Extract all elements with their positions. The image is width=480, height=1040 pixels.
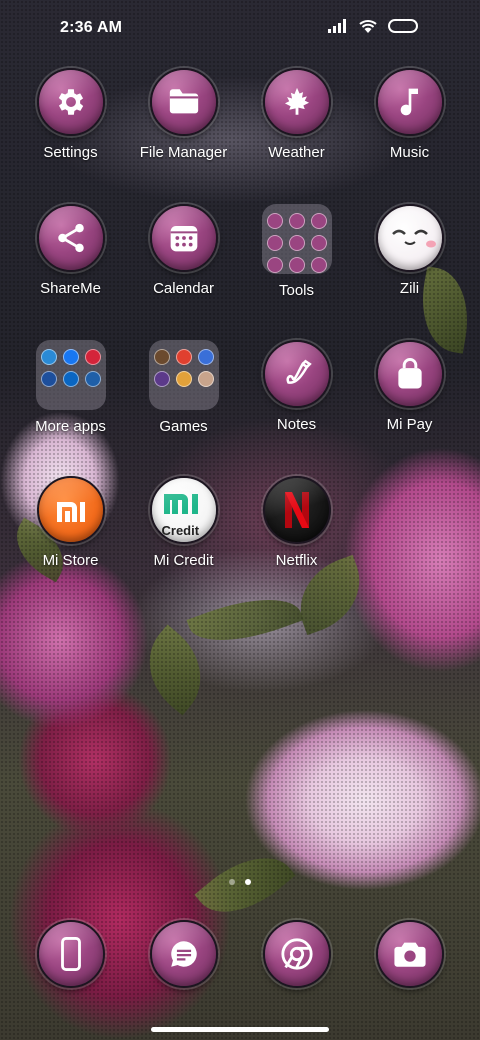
app-label: Weather	[268, 144, 325, 161]
app-mini-icon	[266, 257, 283, 273]
app-file-manager[interactable]: File Manager	[127, 68, 240, 188]
folder-icon	[149, 68, 218, 136]
app-mini-icon	[310, 235, 327, 251]
message-icon	[149, 920, 218, 988]
folder-icon	[148, 340, 219, 410]
app-mini-icon	[153, 349, 170, 365]
app-mini-icon	[310, 213, 327, 229]
app-zili[interactable]: Zili	[353, 204, 466, 324]
app-label: Games	[159, 418, 208, 435]
app-mi-pay[interactable]: Mi Pay	[353, 340, 466, 460]
app-mini-icon	[288, 257, 305, 273]
app-mini-icon	[62, 371, 79, 387]
page-dot-active[interactable]	[245, 879, 251, 885]
camera-icon	[375, 920, 444, 988]
app-label: Calendar	[153, 280, 214, 297]
app-music[interactable]: Music	[353, 68, 466, 188]
app-mini-icon	[40, 371, 57, 387]
app-label: Netflix	[275, 552, 318, 569]
folder-more-apps[interactable]: More apps	[14, 340, 127, 460]
app-label: Mi Store	[42, 552, 99, 569]
dock	[0, 920, 480, 990]
status-bar: 2:36 AM	[0, 0, 480, 56]
app-label: Notes	[276, 416, 317, 433]
app-weather[interactable]: Weather	[240, 68, 353, 188]
clock: 2:36 AM	[60, 19, 123, 36]
app-mini-icon	[288, 213, 305, 229]
dock-chrome[interactable]	[240, 920, 353, 990]
battery-icon	[388, 18, 420, 39]
app-netflix[interactable]: Netflix	[240, 476, 353, 596]
mi-credit-wordmark: Credit	[161, 523, 200, 538]
app-mini-icon	[175, 371, 192, 387]
app-mini-icon	[288, 235, 305, 251]
app-mini-icon	[266, 213, 283, 229]
app-label: Mi Credit	[153, 552, 214, 569]
gear-icon	[36, 68, 105, 136]
app-label: More apps	[35, 418, 106, 435]
app-mini-icon	[175, 349, 192, 365]
app-label: Settings	[43, 144, 98, 161]
app-label: Music	[389, 144, 430, 161]
wifi-icon	[358, 18, 378, 39]
page-dot[interactable]	[229, 879, 235, 885]
home-indicator[interactable]	[151, 1027, 329, 1032]
app-calendar[interactable]: Calendar	[127, 204, 240, 324]
smiley-face-icon	[375, 204, 444, 272]
mi-credit-icon: Credit	[149, 476, 218, 544]
app-label: Mi Pay	[386, 416, 433, 433]
folder-games[interactable]: Games	[127, 340, 240, 460]
app-mi-store[interactable]: Mi Store	[14, 476, 127, 596]
calendar-icon	[149, 204, 218, 272]
app-label: File Manager	[139, 144, 228, 161]
dock-camera[interactable]	[353, 920, 466, 990]
app-settings[interactable]: Settings	[14, 68, 127, 188]
netflix-icon	[262, 476, 331, 544]
app-mi-credit[interactable]: Credit Mi Credit	[127, 476, 240, 596]
app-shareme[interactable]: ShareMe	[14, 204, 127, 324]
app-mini-icon	[40, 349, 57, 365]
app-label: Zili	[399, 280, 420, 297]
pen-icon	[262, 340, 331, 408]
app-mini-icon	[84, 349, 101, 365]
app-notes[interactable]: Notes	[240, 340, 353, 460]
folder-tools[interactable]: Tools	[240, 204, 353, 324]
folder-icon	[261, 204, 332, 274]
app-mini-icon	[197, 349, 214, 365]
shopping-bag-icon	[375, 340, 444, 408]
mi-logo-icon	[36, 476, 105, 544]
page-indicator	[229, 879, 251, 885]
app-mini-icon	[62, 349, 79, 365]
app-label: ShareMe	[40, 280, 101, 297]
share-icon	[36, 204, 105, 272]
dock-messages[interactable]	[127, 920, 240, 990]
wallpaper-leaf	[194, 836, 296, 934]
app-mini-icon	[84, 371, 101, 387]
signal-icon	[328, 18, 348, 38]
music-note-icon	[375, 68, 444, 136]
phone-icon	[36, 920, 105, 988]
dock-phone[interactable]	[14, 920, 127, 990]
app-mini-icon	[266, 235, 283, 251]
chrome-icon	[262, 920, 331, 988]
folder-icon	[35, 340, 106, 410]
app-mini-icon	[153, 371, 170, 387]
app-label: Tools	[278, 282, 315, 299]
maple-leaf-icon	[262, 68, 331, 136]
app-mini-icon	[310, 257, 327, 273]
app-mini-icon	[197, 371, 214, 387]
